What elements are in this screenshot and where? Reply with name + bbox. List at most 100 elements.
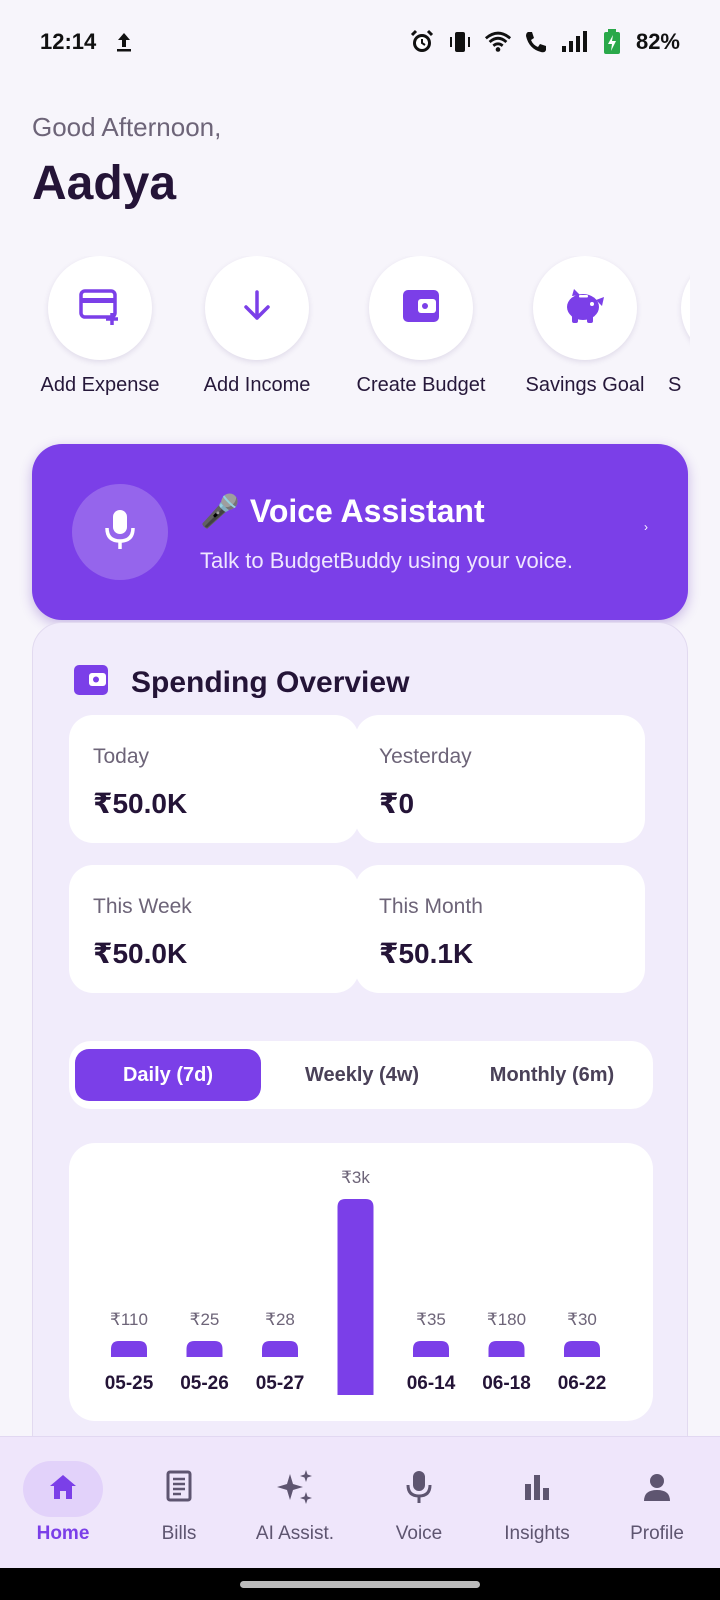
chevron-right-icon: › [644,520,648,534]
stat-label: Yesterday [379,745,472,768]
nav-ai-assist[interactable]: AI Assist. [236,1437,354,1569]
stat-yesterday: Yesterday ₹0 [355,715,645,843]
more-action-label: S [668,374,682,396]
voice-assistant-title-row: 🎤 Voice Assistant [200,492,485,530]
chart-data-label: ₹35 [416,1310,446,1329]
chart-bar-group: ₹30 06-22 [558,1310,607,1394]
user-name: Aadya [32,157,177,210]
wallet-icon [400,286,442,331]
spending-overview-header: Spending Overview [73,663,409,702]
status-time: 12:14 [40,29,97,54]
nav-voice-pill [379,1461,459,1517]
person-icon [642,1472,672,1507]
chart-bar-group: ₹28 05-27 [256,1310,305,1394]
chart-category-label: 06-22 [558,1373,607,1394]
add-expense-label: Add Expense [40,374,160,396]
nav-voice-label: Voice [395,1523,443,1544]
chart-bar-group: ₹110 05-25 [105,1310,154,1394]
stat-value: ₹50.1K [379,938,474,969]
chart-category-label: 06-18 [482,1373,531,1394]
nav-insights-pill [497,1461,577,1517]
voice-assistant-subtitle: Talk to BudgetBuddy using your voice. [200,548,574,573]
spending-overview-title: Spending Overview [131,665,410,699]
home-icon [47,1472,79,1507]
savings-goal-button[interactable]: Savings Goal [500,256,670,397]
card-add-icon [78,286,122,331]
chart-data-label: ₹180 [487,1310,526,1329]
savings-goal-label: Savings Goal [525,374,645,396]
alarm-icon [408,28,436,56]
nav-home[interactable]: Home [4,1437,122,1569]
chart-bar-group: ₹180 06-18 [482,1310,531,1394]
chart-data-label: ₹28 [265,1310,295,1329]
bills-icon [163,1470,195,1509]
chart-data-label: ₹110 [110,1310,148,1329]
create-budget-circle [369,256,473,360]
stat-label: This Week [93,895,192,918]
mic-icon [405,1469,433,1510]
add-expense-circle [48,256,152,360]
bar-chart-icon [522,1472,552,1507]
chart-category-label: 05-27 [256,1373,305,1394]
voice-assistant-card[interactable]: 🎤 Voice Assistant Talk to BudgetBuddy us… [32,444,688,620]
add-income-circle [205,256,309,360]
voice-mic-button[interactable] [72,484,168,580]
create-budget-label: Create Budget [356,374,486,396]
nav-bills-pill [139,1461,219,1517]
stat-value: ₹0 [379,788,415,819]
chart-data-label: ₹25 [190,1310,220,1329]
greeting-text: Good Afternoon, [32,112,222,142]
period-tabs: Daily (7d) Weekly (4w) Monthly (6m) [69,1041,653,1109]
gesture-handle[interactable] [240,1581,480,1588]
chart-data-label: ₹3k [341,1168,370,1187]
wallet-icon [73,663,109,702]
add-income-label: Add Income [203,374,311,396]
chart-category-label: 05-25 [105,1373,154,1394]
nav-home-pill [23,1461,103,1517]
create-budget-button[interactable]: Create Budget [336,256,506,397]
chart-bar-group: ₹35 06-14 [407,1310,456,1394]
add-income-button[interactable]: Add Income [172,256,342,397]
add-expense-button[interactable]: Add Expense [15,256,185,397]
chart-bar [337,1199,374,1395]
sparkles-icon [276,1468,314,1511]
arrow-down-icon [237,286,277,331]
tab-monthly[interactable]: Monthly (6m) [457,1049,647,1101]
battery-icon [598,28,626,56]
vibrate-icon [446,28,474,56]
chart-bar-group: ₹25 05-26 [180,1310,229,1394]
nav-bills[interactable]: Bills [120,1437,238,1569]
savings-goal-circle [533,256,637,360]
tab-weekly[interactable]: Weekly (4w) [269,1049,455,1101]
tab-daily[interactable]: Daily (7d) [75,1049,261,1101]
nav-voice[interactable]: Voice [360,1437,478,1569]
chart-data-label: ₹30 [567,1310,597,1329]
nav-profile-pill [617,1461,697,1517]
nav-ai-assist-pill [255,1461,335,1517]
nav-bills-label: Bills [161,1523,197,1544]
stat-label: This Month [379,895,483,918]
chart-bar [186,1341,223,1357]
wifi-icon [484,28,512,56]
piggy-bank-icon [562,286,608,331]
stat-this-month: This Month ₹50.1K [355,865,645,993]
nav-insights-label: Insights [504,1523,570,1544]
nav-ai-assist-label: AI Assist. [255,1523,335,1544]
more-action-button[interactable]: S [648,256,690,397]
stat-label: Today [93,745,150,768]
microphone-emoji-icon: 🎤 [200,493,240,529]
spending-chart: ₹110 05-25 ₹25 05-26 ₹28 05-27 ₹3k ₹35 06-14 ₹180… [69,1143,653,1421]
spending-bar-chart: ₹110 05-25 ₹25 05-26 ₹28 05-27 ₹3k ₹35 06-14 ₹180… [105,1168,607,1395]
chart-bar [111,1341,147,1357]
chart-category-label: 05-26 [180,1373,229,1394]
mic-icon [103,508,137,557]
nav-profile[interactable]: Profile [598,1437,716,1569]
system-gesture-bar [0,1568,720,1600]
nav-insights[interactable]: Insights [478,1437,596,1569]
signal-icon [560,28,588,56]
chart-bar [262,1341,298,1357]
quick-actions-row: Add Expense Add Income Create Budget Sav… [0,256,690,406]
stat-value: ₹50.0K [93,938,188,969]
call-icon [522,28,550,56]
chart-bar-group: ₹3k [337,1168,374,1395]
